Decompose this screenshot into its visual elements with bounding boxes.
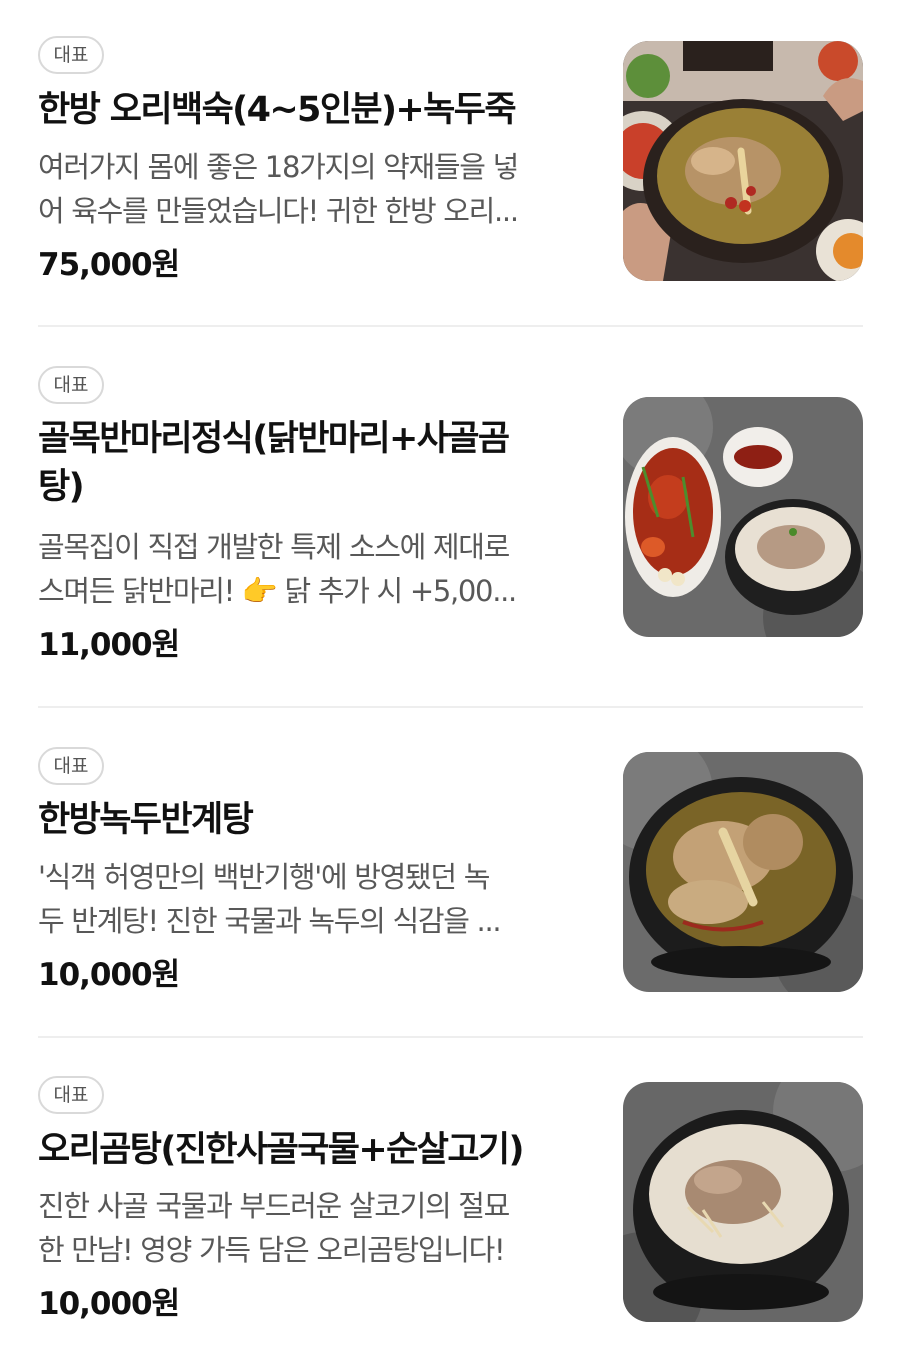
menu-item-description: 골목집이 직접 개발한 특제 소스에 제대로 스며든 닭반마리! 👉 닭 추가 … — [38, 525, 593, 613]
menu-item-description: 여러가지 몸에 좋은 18가지의 약재들을 넣 어 육수를 만들었습니다! 귀한… — [38, 145, 593, 233]
menu-item-price: 10,000원 — [38, 957, 180, 993]
description-line: 한 만남! 영양 가득 담은 오리곰탕입니다! — [38, 1233, 506, 1267]
menu-item-name-line: 탕) — [38, 467, 85, 507]
food-photo — [623, 397, 863, 637]
menu-item-name: 골목반마리정식(닭반마리+사골곰 탕) — [38, 415, 593, 511]
samgyetang-image[interactable] — [623, 752, 863, 992]
menu-list: 대표 한방 오리백숙(4~5인분)+녹두죽 여러가지 몸에 좋은 18가지의 약… — [0, 0, 900, 1353]
menu-item-price: 10,000원 — [38, 1286, 180, 1322]
menu-item-name: 한방녹두반계탕 — [38, 800, 254, 840]
menu-item-name: 한방 오리백숙(4~5인분)+녹두죽 — [38, 90, 517, 130]
signature-badge: 대표 — [38, 366, 104, 404]
menu-item-price: 75,000원 — [38, 247, 180, 283]
food-photo — [623, 41, 863, 281]
food-photo — [623, 1082, 863, 1322]
menu-item-golmok-set[interactable]: 대표 골목반마리정식(닭반마리+사골곰 탕) 골목집이 직접 개발한 특제 소스… — [0, 327, 900, 707]
menu-item-name: 오리곰탕(진한사골국물+순살고기) — [38, 1130, 525, 1170]
food-photo — [623, 752, 863, 992]
duck-gomtang-image[interactable] — [623, 1082, 863, 1322]
menu-item-price: 11,000원 — [38, 627, 180, 663]
chicken-and-bone-soup-image[interactable] — [623, 397, 863, 637]
signature-badge: 대표 — [38, 747, 104, 785]
signature-badge: 대표 — [38, 36, 104, 74]
menu-item-description: 진한 사골 국물과 부드러운 살코기의 절묘 한 만남! 영양 가득 담은 오리… — [38, 1184, 593, 1272]
description-line: '식객 허영만의 백반기행'에 방영됐던 녹 — [38, 860, 490, 894]
duck-herbal-soup-image[interactable] — [623, 41, 863, 281]
menu-item-duck-gomtang[interactable]: 대표 오리곰탕(진한사골국물+순살고기) 진한 사골 국물과 부드러운 살코기의… — [0, 1038, 900, 1353]
description-line: 두 반계탕! 진한 국물과 녹두의 식감을 ... — [38, 904, 502, 938]
menu-item-duck-baeksuk[interactable]: 대표 한방 오리백숙(4~5인분)+녹두죽 여러가지 몸에 좋은 18가지의 약… — [0, 0, 900, 326]
menu-item-name-line: 골목반마리정식(닭반마리+사골곰 — [38, 419, 510, 459]
description-line: 여러가지 몸에 좋은 18가지의 약재들을 넣 — [38, 150, 519, 184]
signature-badge: 대표 — [38, 1076, 104, 1114]
description-line: 스며든 닭반마리! 👉 닭 추가 시 +5,00... — [38, 574, 517, 608]
menu-item-description: '식객 허영만의 백반기행'에 방영됐던 녹 두 반계탕! 진한 국물과 녹두의… — [38, 855, 593, 943]
description-line: 골목집이 직접 개발한 특제 소스에 제대로 — [38, 530, 510, 564]
description-line: 어 육수를 만들었습니다! 귀한 한방 오리... — [38, 194, 519, 228]
menu-item-mungbean-samgyetang[interactable]: 대표 한방녹두반계탕 '식객 허영만의 백반기행'에 방영됐던 녹 두 반계탕!… — [0, 708, 900, 1036]
description-line: 진한 사골 국물과 부드러운 살코기의 절묘 — [38, 1189, 510, 1223]
